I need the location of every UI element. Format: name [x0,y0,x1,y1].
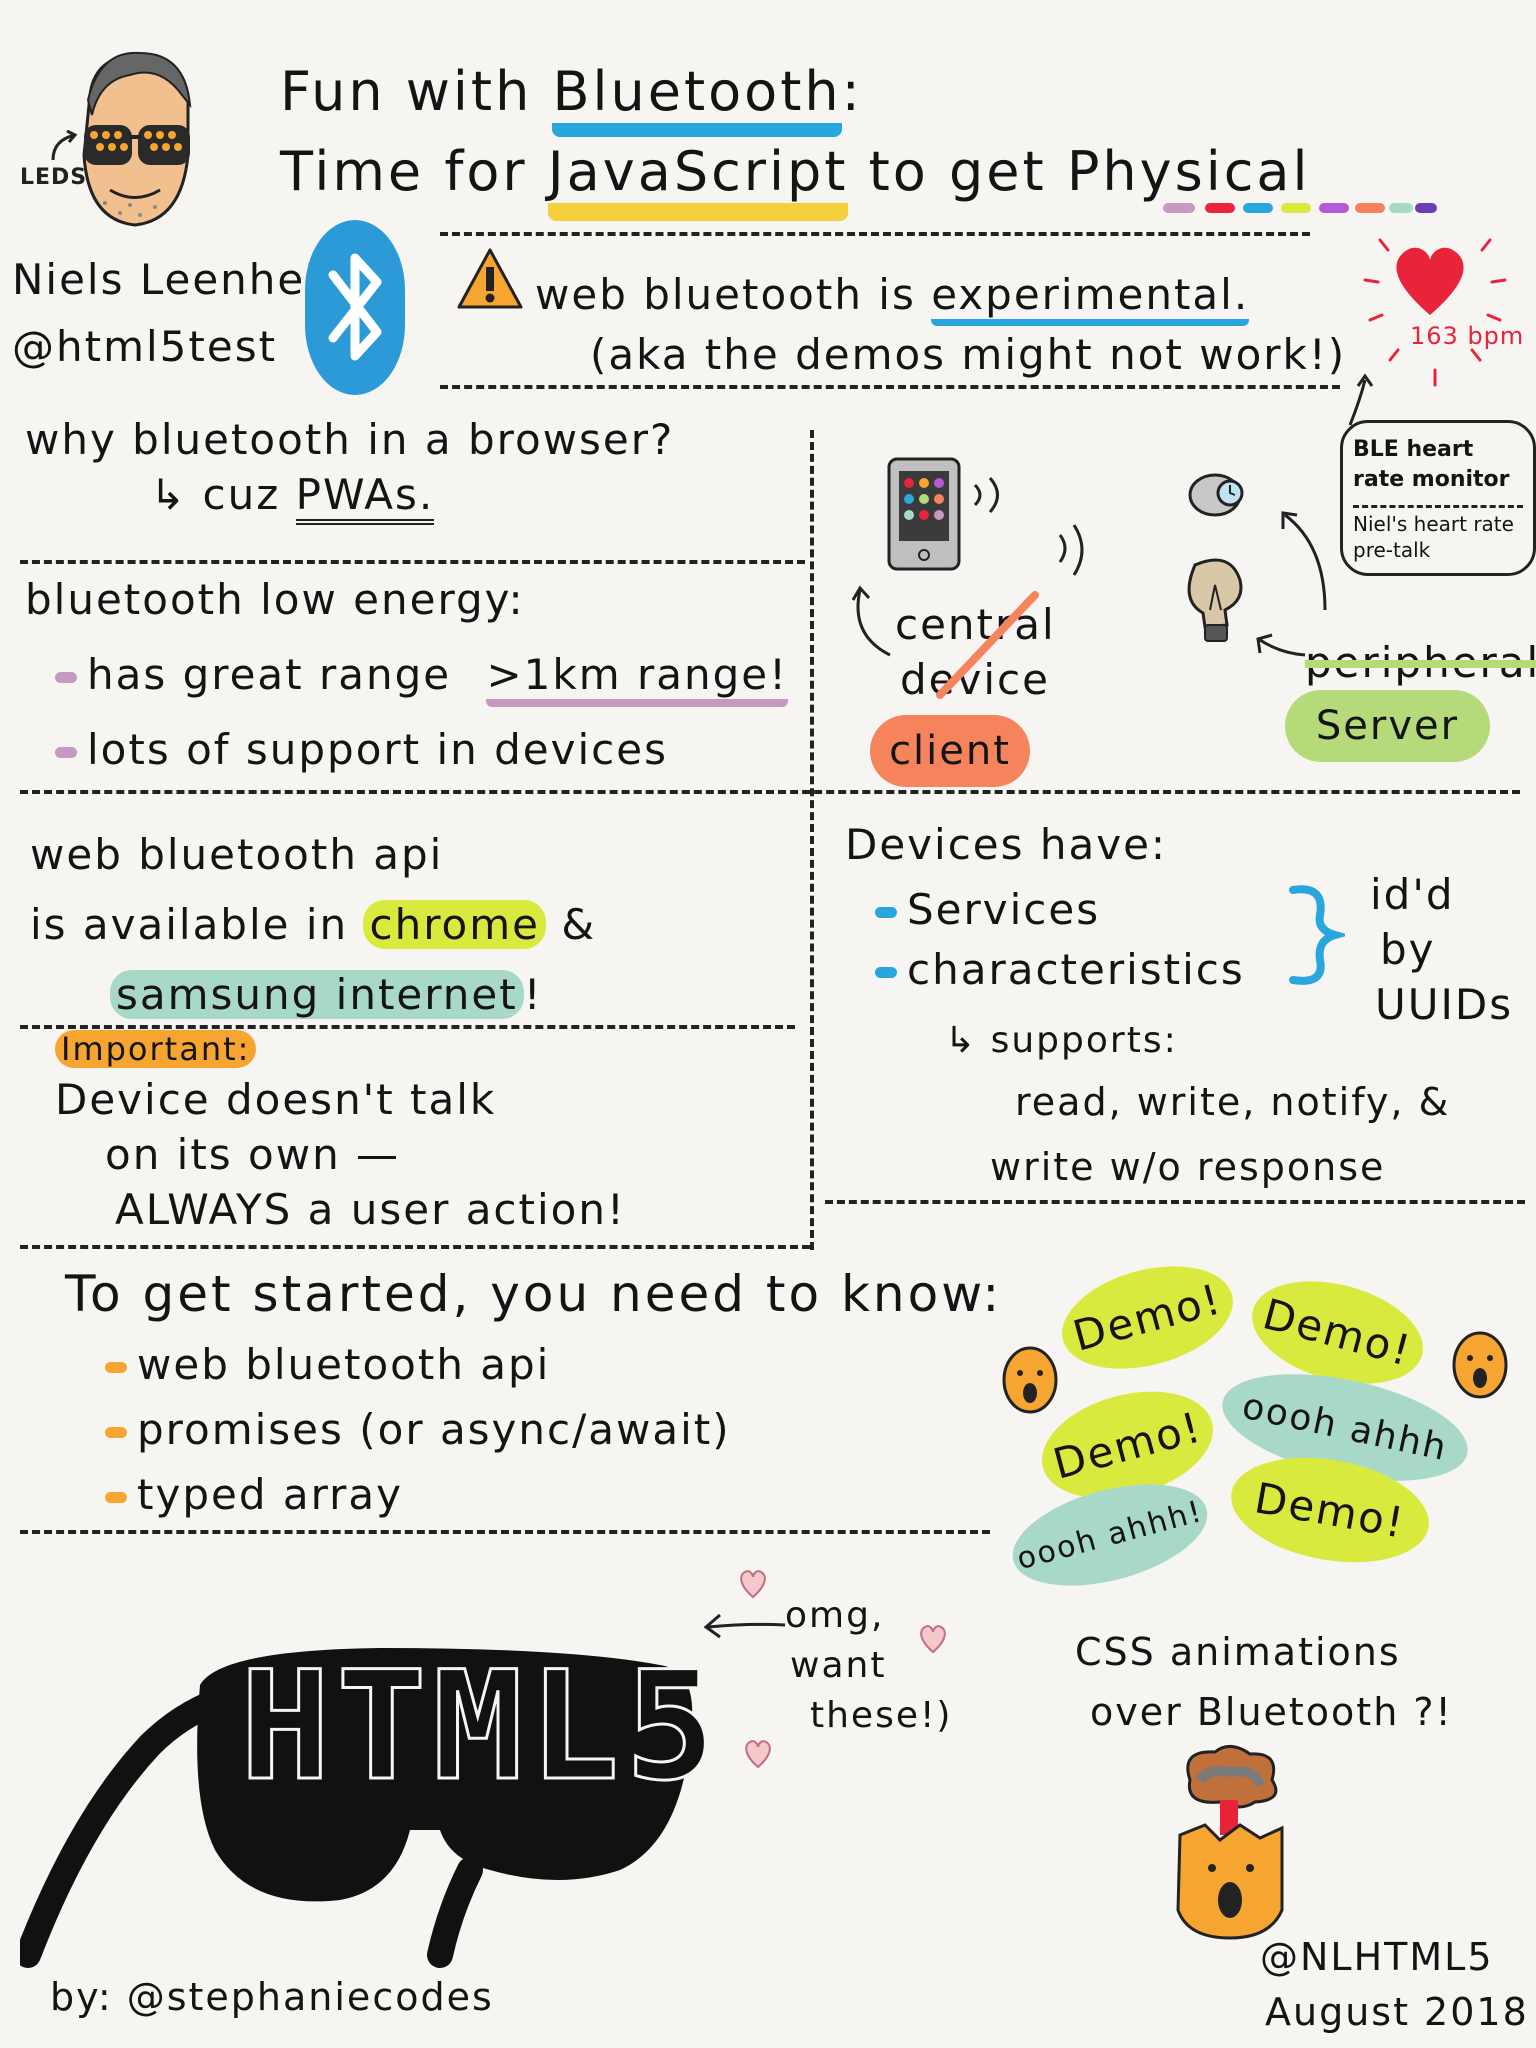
pwas-text: PWAs. [295,470,435,525]
started-heading: To get started, you need to know: [65,1265,1003,1323]
brace-icon [1289,885,1345,985]
uuid-line3: UUIDs [1375,980,1514,1029]
bullet [875,907,897,918]
important-label: Important: [55,1030,257,1068]
signal-waves-icon [973,477,999,513]
bluetooth-logo-icon [305,220,405,395]
heart-small-icon [740,1570,766,1599]
phone-icon [887,457,961,571]
bullet [105,1427,127,1438]
surprised-face-icon [1452,1331,1508,1399]
divider [20,560,805,564]
devices-item-2: characteristics [875,945,1245,994]
supports-label: ↳ supports: [945,1020,1178,1061]
warning-line1: web bluetooth is experimental. [535,270,1250,326]
watch-icon [1188,473,1244,517]
title-bluetooth: Bluetooth [552,60,842,137]
avatar-label: LEDS [20,165,88,190]
ble-heading: bluetooth low energy: [25,575,525,624]
warning-icon [457,248,523,309]
bullet [55,672,77,683]
heart-small-icon [745,1740,771,1769]
surprised-face-icon [1002,1346,1058,1414]
curve-arrow-icon [1281,511,1327,611]
rainbow-underline [1163,203,1437,213]
started-item-1: web bluetooth api [105,1340,550,1389]
role-client: client [889,728,1011,774]
avatar [70,45,200,235]
bullet [105,1362,127,1373]
divider [440,385,1340,389]
strike-central [936,591,1039,699]
role-server-pill: Server [1285,690,1490,762]
heart-note-monitor: BLE heart rate monitor [1353,437,1510,492]
role-server: Server [1315,703,1460,749]
omg-line1: omg, [785,1595,885,1636]
chrome-highlight: chrome [363,900,546,949]
css-line2: over Bluetooth ?! [1090,1690,1453,1734]
title-fun: Fun with [280,60,533,123]
css-line1: CSS animations [1075,1630,1401,1674]
warning-line2: (aka the demos might not work!) [590,330,1347,379]
why-question: why bluetooth in a browser? [25,415,675,464]
bulb-icon [1187,558,1243,642]
bullet [105,1492,127,1503]
important-line2: on its own — [105,1130,401,1179]
supports-ops-1: read, write, notify, & [1015,1080,1451,1124]
left-arrow-icon [703,1613,786,1639]
why-answer: ↳ cuz PWAs. [150,470,435,525]
divider [20,790,1520,794]
api-line3: samsung internet! [110,970,543,1019]
signal-waves-icon [1058,524,1084,576]
api-line1: web bluetooth api [30,830,444,879]
title-javascript: JavaScript [547,140,849,221]
uuid-line1: id'd [1370,870,1455,919]
divider [20,1530,990,1534]
divider [20,1245,810,1249]
bullet [55,747,77,758]
avatar-arrow-icon [51,129,78,161]
heart-note-pretalk: Niel's heart rate pre-talk [1353,512,1514,562]
divider [440,232,1310,236]
ble-item-2: lots of support in devices [55,725,668,774]
heart-bpm: 163 bpm [1410,322,1525,350]
role-peripheral: peripheral [1305,638,1536,687]
important-line1: Device doesn't talk [55,1075,497,1124]
speaker-handle: @html5test [12,322,278,371]
started-item-2: promises (or async/await) [105,1405,731,1454]
important-line3: ALWAYS a user action! [115,1185,626,1234]
divider [825,1200,1525,1204]
glasses-led-text: HTML5 [239,1639,722,1816]
omg-line3: these!) [810,1695,953,1736]
devices-heading: Devices have: [845,820,1168,869]
range-highlight: >1km range! [486,650,788,707]
api-line2: is available in chrome & [30,900,597,949]
experimental-highlight: experimental. [931,270,1250,326]
demo-bubble: Demo! [1050,1248,1245,1387]
divider [810,430,814,1250]
samsung-highlight: samsung internet [110,970,524,1019]
omg-line2: want [790,1645,887,1686]
devices-item-1: Services [875,885,1100,934]
uuid-line2: by [1380,925,1436,974]
bullet [875,967,897,978]
left-arrow-icon [1256,633,1306,657]
speaker-name: Niels Leenheer [12,255,353,304]
heart-small-icon [920,1625,946,1654]
divider [20,1025,795,1029]
ble-item-1: has great range >1km range! [55,650,788,707]
role-client-pill: client [870,715,1030,787]
mind-blown-icon [1176,1745,1284,1940]
footer-account: @NLHTML5 [1260,1935,1494,1979]
supports-ops-2: write w/o response [990,1145,1386,1189]
footer-date: August 2018 [1265,1990,1529,2034]
started-item-3: typed array [105,1470,403,1519]
heart-note-bubble: BLE heart rate monitor Niel's heart rate… [1340,420,1536,576]
footer-by: by: @stephaniecodes [50,1975,494,2019]
title-physical: Physical [1066,140,1311,203]
